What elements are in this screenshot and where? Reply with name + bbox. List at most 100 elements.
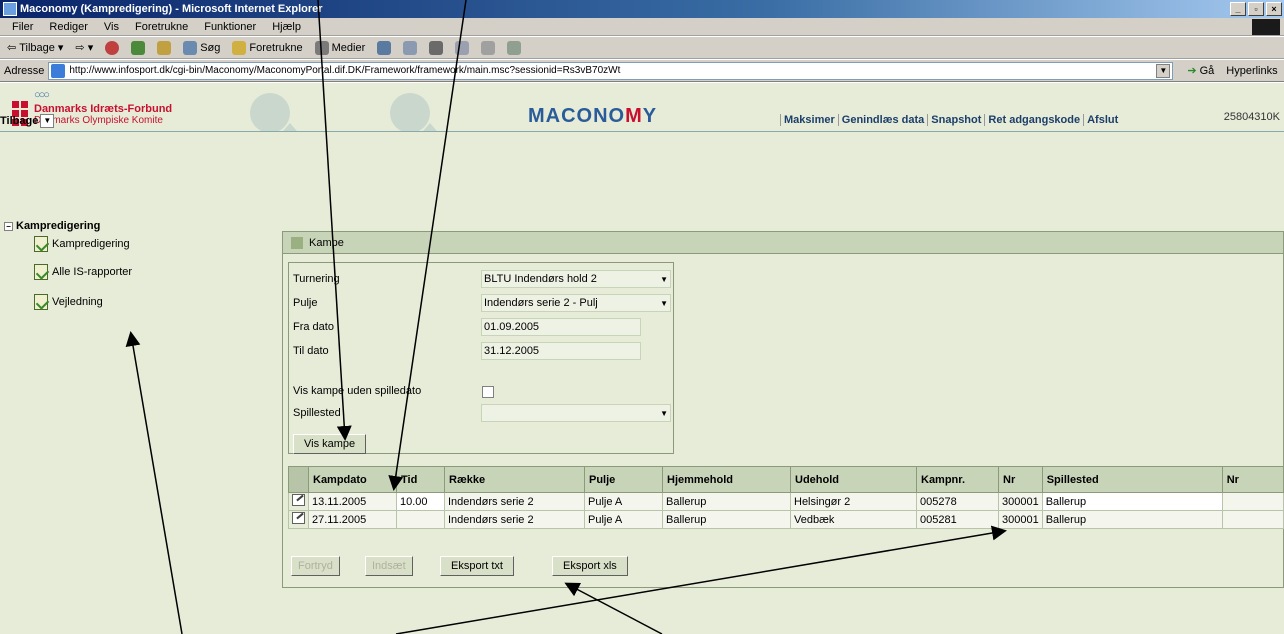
cell-udehold: Vedbæk bbox=[790, 510, 917, 529]
chevron-down-icon: ▼ bbox=[660, 299, 668, 308]
address-label: Adresse bbox=[4, 64, 45, 77]
turnering-select[interactable]: BLTU Indendørs hold 2 ▼ bbox=[481, 270, 671, 288]
links-button[interactable]: Hyperlinks bbox=[1226, 65, 1277, 77]
column-header-nr-2[interactable]: Nr bbox=[1221, 466, 1284, 493]
search-button[interactable]: Søg bbox=[180, 40, 223, 55]
column-header-pulje[interactable]: Pulje bbox=[584, 466, 663, 493]
menu-bar: Filer Rediger Vis Foretrukne Funktioner … bbox=[0, 18, 1284, 36]
edit-page-icon bbox=[455, 40, 470, 55]
row-edit-cell[interactable] bbox=[288, 492, 309, 511]
cell-spillested[interactable]: Ballerup bbox=[1041, 510, 1223, 529]
fra-dato-input[interactable]: 01.09.2005 bbox=[481, 318, 641, 336]
browser-toolbar: ⇦ Tilbage ▾ ⇨ ▾ Søg Foretrukne Medier bbox=[0, 37, 1284, 59]
menu-view[interactable]: Vis bbox=[96, 21, 127, 33]
tree-root[interactable]: − Kampredigering bbox=[4, 220, 100, 232]
media-button[interactable]: Medier bbox=[312, 40, 369, 55]
menu-edit[interactable]: Rediger bbox=[41, 21, 96, 33]
table-row[interactable]: 27.11.2005 Indendørs serie 2 Pulje A Bal… bbox=[288, 510, 1284, 529]
collapse-icon[interactable]: − bbox=[4, 221, 13, 231]
cell-hjemmehold: Ballerup bbox=[662, 510, 791, 529]
messenger-button[interactable] bbox=[504, 40, 524, 55]
indsaet-button[interactable]: Indsæt bbox=[365, 556, 413, 576]
window-title-bar: Maconomy (Kampredigering) - Microsoft In… bbox=[0, 0, 1284, 18]
spillested-select[interactable]: ▼ bbox=[481, 404, 671, 422]
column-header-tid[interactable]: Tid bbox=[396, 466, 445, 493]
column-header-hjemmehold[interactable]: Hjemmehold bbox=[662, 466, 791, 493]
cell-nr-2 bbox=[1221, 492, 1284, 511]
chevron-down-icon[interactable]: ▼ bbox=[40, 114, 55, 128]
back-button[interactable]: ⇦ Tilbage ▾ bbox=[4, 41, 66, 55]
reload-data-link[interactable]: Genindlæs data bbox=[837, 114, 928, 126]
panel-title: Kampe bbox=[309, 236, 344, 249]
table-row[interactable]: 13.11.2005 10.00 Indendørs serie 2 Pulje… bbox=[288, 492, 1284, 511]
column-header-nr[interactable]: Nr bbox=[998, 466, 1043, 493]
print-button[interactable] bbox=[426, 40, 446, 55]
change-password-link[interactable]: Ret adgangskode bbox=[984, 114, 1083, 126]
column-header-kampdato[interactable]: Kampdato bbox=[308, 466, 397, 493]
edit-icon[interactable] bbox=[292, 512, 305, 524]
media-icon bbox=[314, 40, 329, 55]
chevron-down-icon: ▼ bbox=[660, 409, 668, 418]
column-header-udehold[interactable]: Udehold bbox=[790, 466, 917, 493]
eksport-xls-button[interactable]: Eksport xls bbox=[552, 556, 628, 576]
cell-nr[interactable]: 300001 bbox=[998, 510, 1043, 529]
refresh-icon bbox=[131, 40, 146, 55]
user-code: 25804310K bbox=[1223, 111, 1280, 123]
edit-button[interactable] bbox=[452, 40, 472, 55]
home-icon bbox=[157, 40, 172, 55]
cell-tid[interactable]: 10.00 bbox=[396, 492, 445, 511]
maximize-button[interactable]: ▫ bbox=[1248, 2, 1264, 16]
url-dropdown-icon[interactable]: ▼ bbox=[1156, 63, 1171, 78]
sidebar-item-guide[interactable]: Vejledning bbox=[34, 294, 103, 310]
column-header-raekke[interactable]: Række bbox=[444, 466, 585, 493]
sidebar-item-kampredigering[interactable]: Kampredigering bbox=[34, 236, 130, 252]
favorites-button[interactable]: Foretrukne bbox=[229, 40, 305, 55]
menu-favorites[interactable]: Foretrukne bbox=[127, 21, 196, 33]
column-header-kampnr[interactable]: Kampnr. bbox=[916, 466, 999, 493]
chevron-down-icon: ▼ bbox=[660, 275, 668, 284]
eksport-txt-button[interactable]: Eksport txt bbox=[440, 556, 514, 576]
vis-kampe-button[interactable]: Vis kampe bbox=[293, 434, 367, 454]
pulje-select[interactable]: Indendørs serie 2 - Pulj ▼ bbox=[481, 294, 671, 312]
minimize-button[interactable]: _ bbox=[1230, 2, 1246, 16]
menu-file[interactable]: Filer bbox=[4, 21, 41, 33]
back-selector[interactable]: Tilbage ▼ bbox=[0, 114, 55, 128]
cell-tid[interactable] bbox=[396, 510, 445, 529]
fortryd-button[interactable]: Fortryd bbox=[291, 556, 340, 576]
cell-spillested[interactable]: Ballerup bbox=[1041, 492, 1223, 511]
spillested-label: Spillested bbox=[293, 407, 341, 419]
home-button[interactable] bbox=[154, 40, 174, 55]
forward-button[interactable]: ⇨ ▾ bbox=[72, 41, 96, 54]
til-dato-input[interactable]: 31.12.2005 bbox=[481, 342, 641, 360]
snapshot-link[interactable]: Snapshot bbox=[927, 114, 984, 126]
uden-spilledato-checkbox[interactable] bbox=[482, 386, 494, 398]
refresh-button[interactable] bbox=[128, 40, 148, 55]
cell-kampnr: 005281 bbox=[916, 510, 999, 529]
cell-kampdato[interactable]: 27.11.2005 bbox=[308, 510, 397, 529]
discuss-button[interactable] bbox=[478, 40, 498, 55]
exit-link[interactable]: Afslut bbox=[1083, 114, 1121, 126]
close-button[interactable]: × bbox=[1266, 2, 1282, 16]
chevron-down-icon: ▾ bbox=[57, 42, 64, 54]
column-header-spillested[interactable]: Spillested bbox=[1041, 466, 1223, 493]
column-header-select bbox=[288, 466, 309, 493]
maconomy-brand: MACONOMY bbox=[528, 105, 658, 127]
cell-kampdato[interactable]: 13.11.2005 bbox=[308, 492, 397, 511]
menu-help[interactable]: Hjælp bbox=[264, 21, 309, 33]
panel-title-bar: Kampe bbox=[283, 232, 1283, 254]
turnering-label: Turnering bbox=[293, 273, 340, 285]
url-input[interactable]: http://www.infosport.dk/cgi-bin/Maconomy… bbox=[48, 61, 1174, 80]
ie-app-icon bbox=[3, 2, 17, 16]
edit-icon[interactable] bbox=[292, 494, 305, 506]
sidebar-item-is-reports[interactable]: Alle IS-rapporter bbox=[34, 264, 132, 280]
stop-button[interactable] bbox=[102, 40, 122, 55]
maximize-link[interactable]: Maksimer bbox=[780, 114, 838, 126]
history-button[interactable] bbox=[374, 40, 394, 55]
row-edit-cell[interactable] bbox=[288, 510, 309, 529]
cell-nr[interactable]: 300001 bbox=[998, 492, 1043, 511]
history-icon bbox=[377, 40, 392, 55]
go-button[interactable]: ➔ Gå bbox=[1187, 64, 1214, 78]
mail-button[interactable] bbox=[400, 40, 420, 55]
org-title: Danmarks Idræts-Forbund bbox=[34, 103, 173, 115]
menu-tools[interactable]: Funktioner bbox=[196, 21, 264, 33]
